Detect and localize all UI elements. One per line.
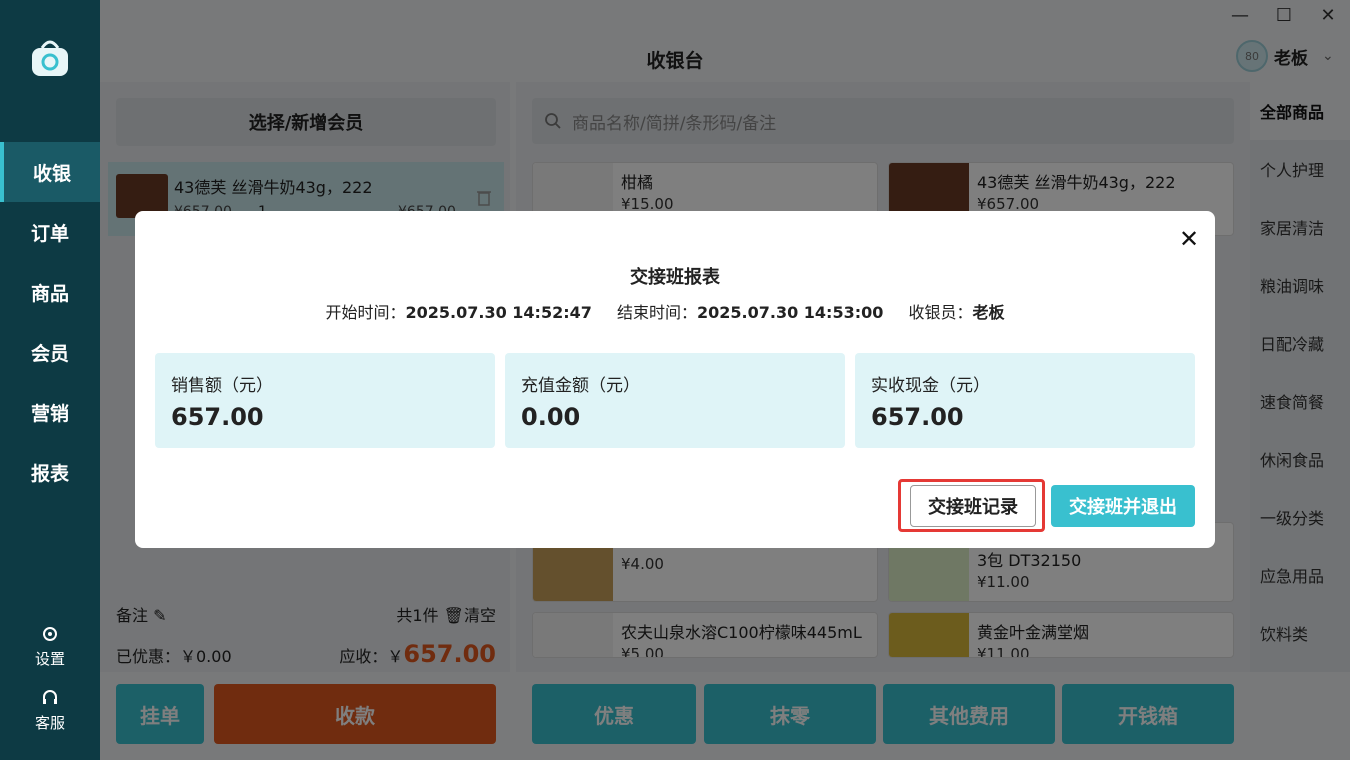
side-nav: 收银 订单 商品 会员 营销 报表 设置 客服 — [0, 0, 100, 760]
settings-button[interactable]: 设置 — [0, 624, 100, 669]
start-time: 2025.07.30 14:52:47 — [405, 303, 592, 322]
stat-label: 销售额（元） — [171, 376, 273, 396]
nav-members[interactable]: 会员 — [0, 322, 100, 382]
start-label: 开始时间： — [325, 303, 406, 322]
stat-value: 657.00 — [171, 403, 264, 431]
stat-value: 0.00 — [521, 403, 581, 431]
stat-card-sales: 销售额（元） 657.00 — [155, 353, 495, 448]
stat-label: 充值金额（元） — [521, 376, 640, 396]
shift-records-button[interactable]: 交接班记录 — [910, 485, 1036, 527]
service-label: 客服 — [34, 714, 65, 732]
cashier-label: 收银员： — [908, 303, 973, 322]
nav-cashier[interactable]: 收银 — [0, 142, 100, 202]
nav-products[interactable]: 商品 — [0, 262, 100, 322]
nav-orders[interactable]: 订单 — [0, 202, 100, 262]
dialog-title: 交接班报表 — [630, 267, 720, 288]
end-time: 2025.07.30 14:53:00 — [697, 303, 884, 322]
shift-report-dialog: ✕ 交接班报表 开始时间：2025.07.30 14:52:47 结束时间：20… — [135, 211, 1215, 548]
shift-exit-button[interactable]: 交接班并退出 — [1051, 485, 1195, 527]
stat-card-recharge: 充值金额（元） 0.00 — [505, 353, 845, 448]
settings-label: 设置 — [34, 650, 65, 668]
gear-icon — [43, 627, 57, 641]
headset-icon — [43, 690, 57, 704]
close-icon[interactable]: ✕ — [1179, 225, 1199, 253]
report-meta: 开始时间：2025.07.30 14:52:47 结束时间：2025.07.30… — [135, 299, 1215, 323]
app-logo-icon — [32, 40, 68, 76]
cashier-name: 老板 — [972, 303, 1005, 322]
nav-reports[interactable]: 报表 — [0, 442, 100, 502]
stat-card-cash: 实收现金（元） 657.00 — [855, 353, 1195, 448]
service-button[interactable]: 客服 — [0, 688, 100, 733]
nav-marketing[interactable]: 营销 — [0, 382, 100, 442]
stat-label: 实收现金（元） — [871, 376, 990, 396]
stat-value: 657.00 — [871, 403, 964, 431]
end-label: 结束时间： — [616, 303, 697, 322]
